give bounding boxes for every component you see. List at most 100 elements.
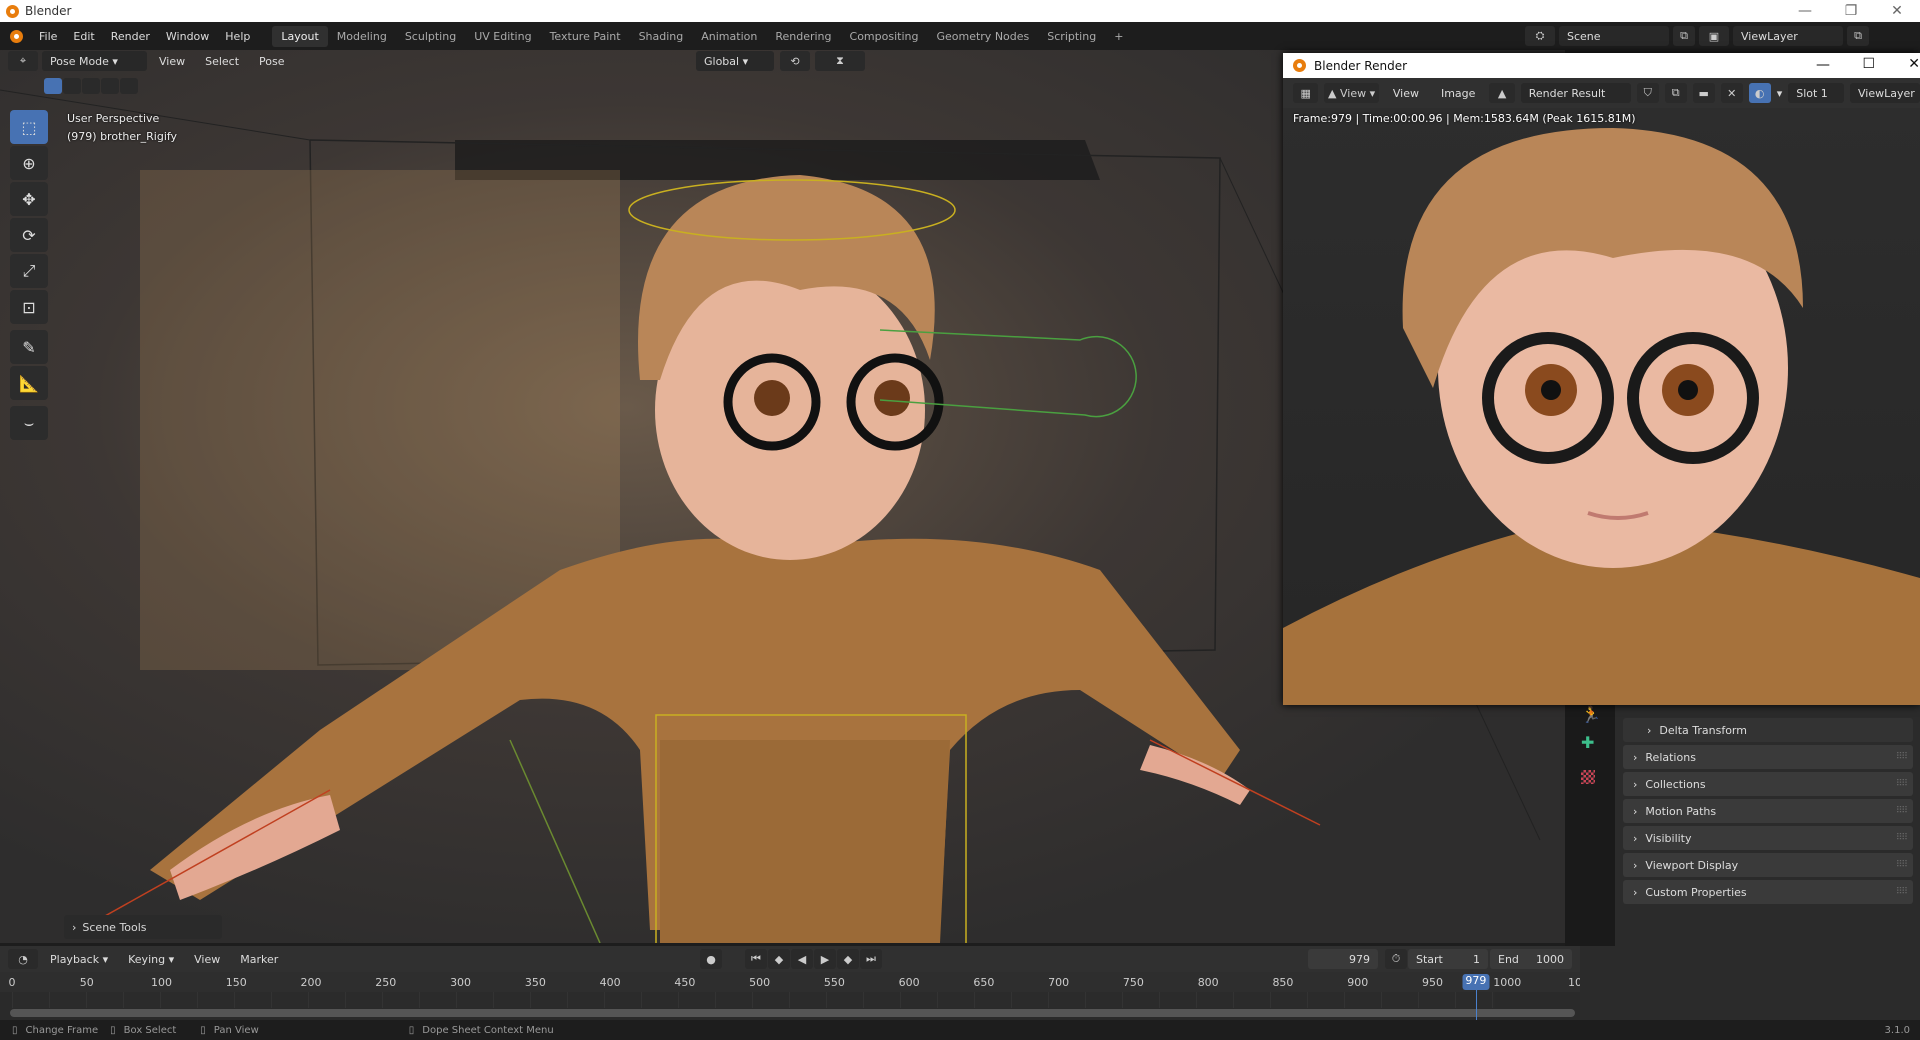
- tab-geometry-nodes[interactable]: Geometry Nodes: [927, 26, 1038, 47]
- scene-tools-panel[interactable]: › Scene Tools: [64, 915, 222, 939]
- new-scene-icon[interactable]: ⧉: [1673, 26, 1695, 46]
- select-box-tool-icon[interactable]: ⬚: [10, 110, 48, 144]
- tab-compositing[interactable]: Compositing: [841, 26, 928, 47]
- tab-shading[interactable]: Shading: [630, 26, 693, 47]
- pivot-icon[interactable]: ⟲: [780, 51, 810, 71]
- render-result-image[interactable]: Frame:979 | Time:00:00.96 | Mem:1583.64M…: [1283, 108, 1920, 705]
- add-workspace-button[interactable]: +: [1105, 26, 1132, 47]
- tab-scripting[interactable]: Scripting: [1038, 26, 1105, 47]
- jump-start-icon[interactable]: ⏮: [745, 949, 767, 969]
- drag-handle-icon[interactable]: ⠿⠿: [1896, 779, 1908, 789]
- jump-keyframe-forward-icon[interactable]: ◆: [837, 949, 859, 969]
- move-tool-icon[interactable]: ✥: [10, 182, 48, 216]
- duplicate-image-icon[interactable]: ⧉: [1664, 83, 1687, 103]
- chevron-down-icon[interactable]: ▾: [1777, 87, 1783, 100]
- select-invert-icon[interactable]: [101, 78, 119, 94]
- rotate-tool-icon[interactable]: ⟳: [10, 218, 48, 252]
- blender-menu-icon[interactable]: [10, 29, 23, 43]
- cursor-tool-icon[interactable]: ⊕: [10, 146, 48, 180]
- menu-edit[interactable]: Edit: [65, 30, 102, 43]
- close-button[interactable]: ✕: [1874, 0, 1920, 22]
- tab-uv-editing[interactable]: UV Editing: [465, 26, 540, 47]
- editor-type-icon[interactable]: ▦: [1293, 83, 1319, 103]
- select-new-icon[interactable]: [44, 78, 62, 94]
- drag-handle-icon[interactable]: ⠿⠿: [1896, 833, 1908, 843]
- drag-handle-icon[interactable]: ⠿⠿: [1896, 887, 1908, 897]
- auto-keying-record-icon[interactable]: ●: [700, 949, 722, 969]
- tab-texture-icon[interactable]: [1581, 770, 1595, 784]
- open-folder-icon[interactable]: ▬: [1692, 83, 1715, 103]
- menu-marker[interactable]: Marker: [232, 953, 286, 966]
- tab-texture-paint[interactable]: Texture Paint: [541, 26, 630, 47]
- tab-modeling[interactable]: Modeling: [328, 26, 396, 47]
- maximize-button[interactable]: ☐: [1862, 56, 1875, 72]
- menu-window[interactable]: Window: [158, 30, 217, 43]
- tab-object-data-icon[interactable]: 🏃: [1581, 705, 1601, 724]
- menu-view[interactable]: View: [151, 55, 193, 68]
- jump-keyframe-back-icon[interactable]: ◆: [768, 949, 790, 969]
- panel-collections[interactable]: › Collections ⠿⠿: [1623, 772, 1913, 796]
- restore-button[interactable]: ❐: [1828, 0, 1874, 22]
- measure-tool-icon[interactable]: 📐: [10, 366, 48, 400]
- minimize-button[interactable]: —: [1782, 0, 1828, 22]
- menu-view[interactable]: View: [1385, 87, 1427, 100]
- panel-custom-properties[interactable]: › Custom Properties ⠿⠿: [1623, 880, 1913, 904]
- view-layer-icon[interactable]: ▣: [1699, 26, 1729, 46]
- scale-tool-icon[interactable]: ⤢: [10, 254, 48, 288]
- view-mode-dropdown[interactable]: ▲ View ▾: [1324, 83, 1379, 103]
- fake-user-shield-icon[interactable]: ⛉: [1636, 83, 1659, 103]
- scene-field[interactable]: Scene: [1559, 26, 1669, 46]
- editor-type-icon[interactable]: ◔: [8, 949, 38, 969]
- start-frame-field[interactable]: Start 1: [1408, 949, 1488, 969]
- image-name-field[interactable]: Render Result: [1520, 83, 1631, 103]
- view-layer-field[interactable]: ViewLayer: [1733, 26, 1843, 46]
- playhead-frame-indicator[interactable]: 979: [1462, 974, 1490, 990]
- menu-playback[interactable]: Playback ▾: [42, 953, 116, 966]
- menu-keying[interactable]: Keying ▾: [120, 953, 182, 966]
- tab-animation[interactable]: Animation: [692, 26, 766, 47]
- tab-rendering[interactable]: Rendering: [766, 26, 840, 47]
- menu-select[interactable]: Select: [197, 55, 247, 68]
- menu-help[interactable]: Help: [217, 30, 258, 43]
- panel-delta-transform[interactable]: › Delta Transform: [1623, 718, 1913, 742]
- close-button[interactable]: ✕: [1908, 56, 1920, 72]
- drag-handle-icon[interactable]: ⠿⠿: [1896, 806, 1908, 816]
- panel-motion-paths[interactable]: › Motion Paths ⠿⠿: [1623, 799, 1913, 823]
- panel-viewport-display[interactable]: › Viewport Display ⠿⠿: [1623, 853, 1913, 877]
- mode-dropdown[interactable]: Pose Mode ▾: [42, 51, 147, 71]
- bone-size-tool-icon[interactable]: ⌣: [10, 406, 48, 440]
- menu-render[interactable]: Render: [103, 30, 158, 43]
- select-extend-icon[interactable]: [63, 78, 81, 94]
- tab-sculpting[interactable]: Sculpting: [396, 26, 465, 47]
- slot-dropdown[interactable]: Slot 1: [1788, 83, 1844, 103]
- menu-pose[interactable]: Pose: [251, 55, 292, 68]
- menu-view[interactable]: View: [186, 953, 228, 966]
- transform-orientation-dropdown[interactable]: Global ▾: [696, 51, 774, 71]
- end-frame-field[interactable]: End 1000: [1490, 949, 1572, 969]
- unlink-icon[interactable]: ✕: [1720, 83, 1743, 103]
- menu-file[interactable]: File: [31, 30, 65, 43]
- horizontal-scrollbar[interactable]: [10, 1009, 1575, 1017]
- select-subtract-icon[interactable]: [82, 78, 100, 94]
- annotate-tool-icon[interactable]: ✎: [10, 330, 48, 364]
- panel-visibility[interactable]: › Visibility ⠿⠿: [1623, 826, 1913, 850]
- image-browse-icon[interactable]: ▲: [1489, 83, 1515, 103]
- play-icon[interactable]: ▶: [814, 949, 836, 969]
- play-reverse-icon[interactable]: ◀: [791, 949, 813, 969]
- jump-end-icon[interactable]: ⏭: [860, 949, 882, 969]
- tab-layout[interactable]: Layout: [272, 25, 328, 47]
- playhead-line[interactable]: [1475, 990, 1477, 1020]
- display-channels-icon[interactable]: ◐: [1748, 83, 1771, 103]
- preview-range-clock-icon[interactable]: ⏱: [1385, 949, 1407, 969]
- snap-icon[interactable]: ⧗: [815, 51, 865, 71]
- new-view-layer-icon[interactable]: ⧉: [1847, 26, 1869, 46]
- menu-image[interactable]: Image: [1433, 87, 1483, 100]
- drag-handle-icon[interactable]: ⠿⠿: [1896, 752, 1908, 762]
- panel-relations[interactable]: › Relations ⠿⠿: [1623, 745, 1913, 769]
- select-intersect-icon[interactable]: [120, 78, 138, 94]
- timeline-area[interactable]: 0 50 100 150 200 250 300 350 400 450 500 550 600 650 7…: [0, 972, 1596, 1020]
- render-view-layer-dropdown[interactable]: ViewLayer: [1849, 83, 1920, 103]
- transform-tool-icon[interactable]: ⊡: [10, 290, 48, 324]
- editor-type-icon[interactable]: ⌖: [8, 51, 38, 71]
- current-frame-field[interactable]: 979: [1308, 949, 1378, 969]
